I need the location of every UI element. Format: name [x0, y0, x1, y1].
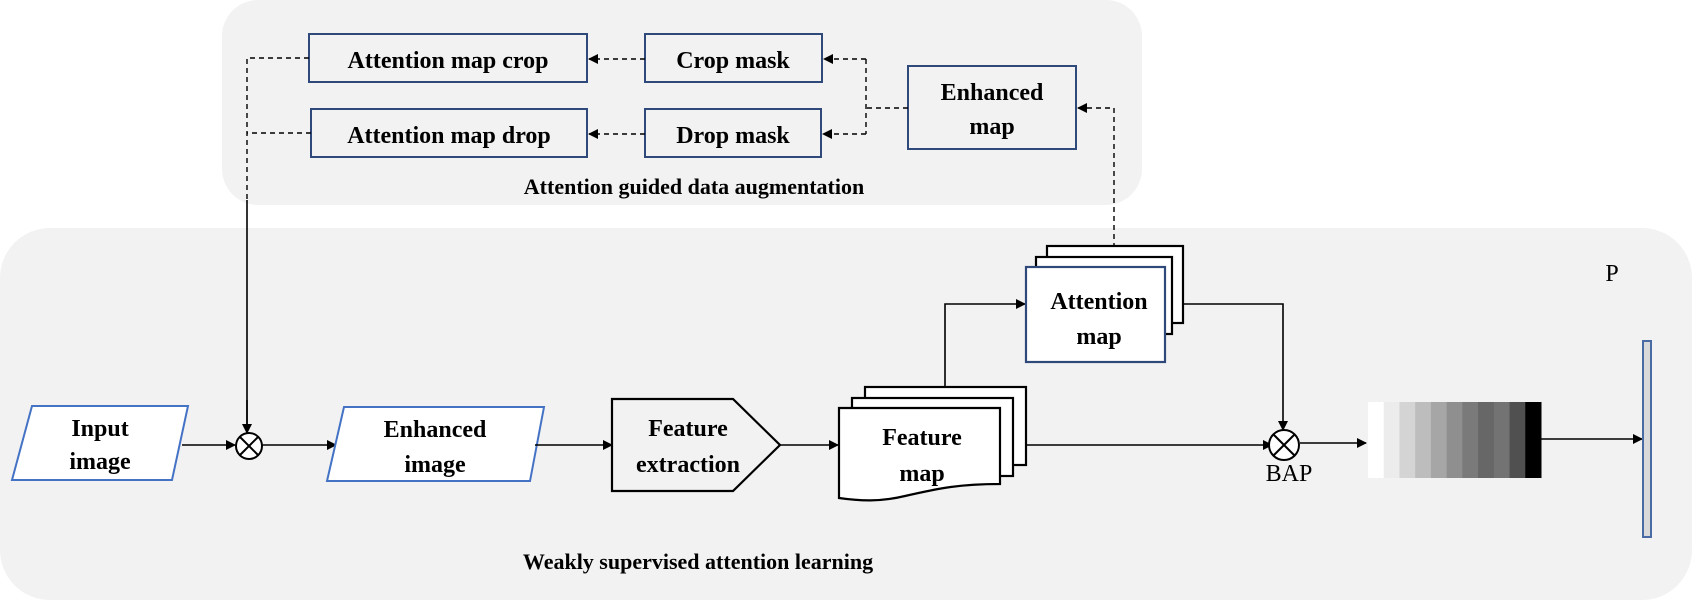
- feature-matrix-cell: [1462, 402, 1479, 478]
- enhanced-map-label-line1: Enhanced: [941, 80, 1044, 106]
- feature-matrix-cell: [1430, 402, 1448, 478]
- enhanced-image-label-line2: image: [404, 452, 466, 478]
- feature-matrix-cell: [1493, 402, 1511, 478]
- feature-extraction-label-line1: Feature: [648, 416, 728, 442]
- learning-group-label: Weakly supervised attention learning: [523, 549, 873, 574]
- feature-map-label-line1: Feature: [882, 425, 962, 451]
- feature-matrix-cell: [1383, 402, 1400, 478]
- feature-map-label-line2: map: [899, 461, 944, 487]
- input-image-label-line1: Input: [71, 416, 128, 442]
- feature-matrix-cell: [1446, 402, 1463, 478]
- feature-matrix-cell: [1415, 402, 1432, 478]
- output-vector-bar: [1642, 340, 1652, 538]
- enhanced-image-label-line1: Enhanced: [384, 417, 487, 443]
- augmentation-group-label: Attention guided data augmentation: [524, 174, 864, 199]
- input-image-label-line2: image: [69, 449, 131, 475]
- drop-mask-label: Drop mask: [676, 123, 790, 149]
- bap-label: BAP: [1266, 461, 1313, 487]
- feature-matrix-cell: [1525, 402, 1542, 478]
- multiply-operator-icon: [235, 432, 263, 460]
- crop-mask-label: Crop mask: [676, 48, 790, 74]
- output-label: P: [1605, 261, 1618, 287]
- feature-extraction-label-line2: extraction: [636, 452, 740, 478]
- feature-matrix-cell: [1368, 402, 1385, 478]
- diagram-canvas: Attention map crop Attention map drop Cr…: [0, 0, 1692, 600]
- enhanced-map-label-line2: map: [969, 114, 1014, 140]
- feature-matrix: [1368, 402, 1542, 478]
- attention-map-label-line1: Attention: [1050, 289, 1147, 315]
- attention-map-drop-label: Attention map drop: [347, 123, 551, 149]
- attention-map-crop-label: Attention map crop: [348, 48, 549, 74]
- feature-matrix-cell: [1399, 402, 1416, 478]
- attention-map-label-line2: map: [1076, 324, 1121, 350]
- feature-matrix-cell: [1509, 402, 1526, 478]
- bap-operator-icon: [1268, 429, 1300, 461]
- feature-matrix-cell: [1478, 402, 1495, 478]
